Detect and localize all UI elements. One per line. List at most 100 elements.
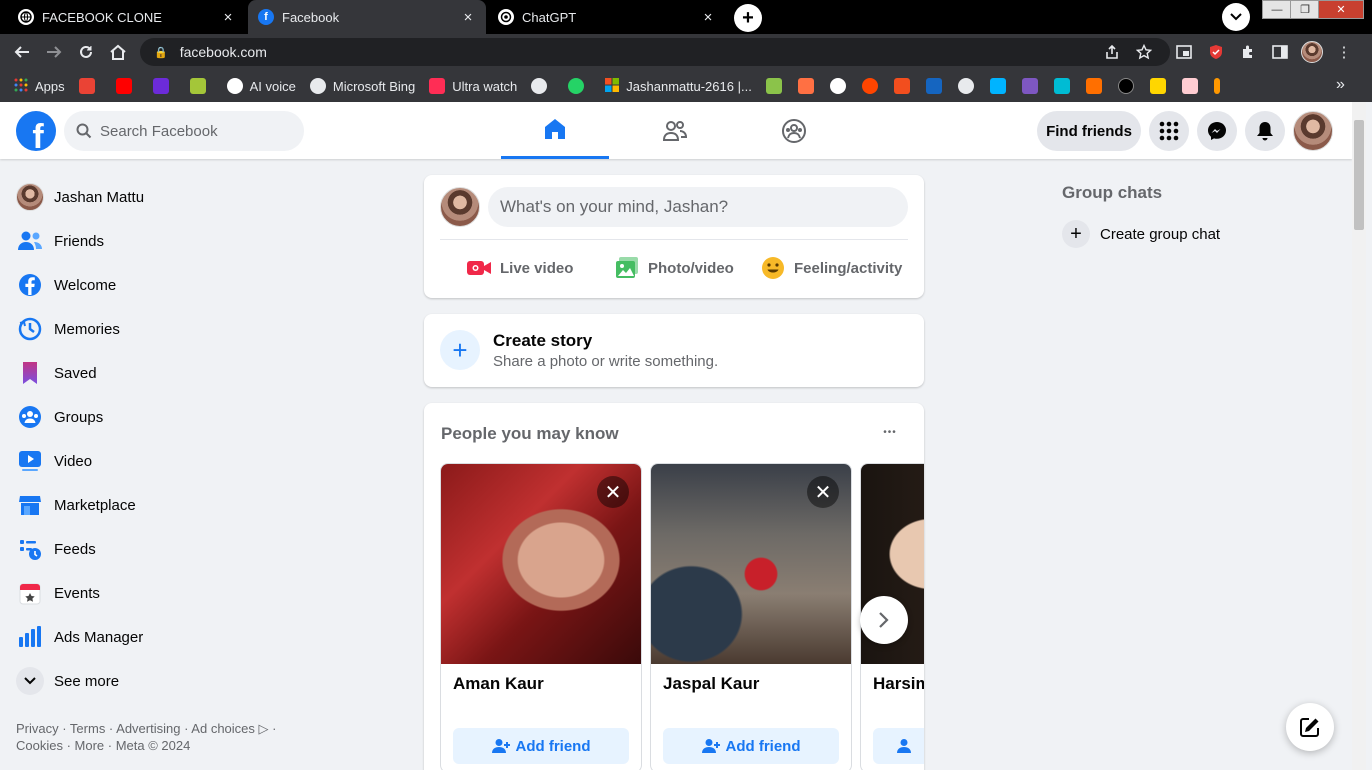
- more-options-icon[interactable]: •••: [876, 422, 904, 442]
- bookmark-globe[interactable]: [531, 78, 554, 94]
- menu-button[interactable]: [1149, 111, 1189, 151]
- tab-facebook-clone[interactable]: FACEBOOK CLONE ×: [8, 0, 246, 34]
- bookmark-hr-icon[interactable]: [925, 78, 942, 94]
- cast-icon[interactable]: [1172, 40, 1196, 64]
- bookmark-jashanmattu[interactable]: Jashanmattu-2616 |...: [605, 77, 752, 95]
- bookmark-whatsapp[interactable]: [568, 78, 591, 94]
- bookmark-purple-app[interactable]: [152, 78, 176, 94]
- bookmark-temple-icon[interactable]: [797, 78, 814, 94]
- new-message-button[interactable]: [1286, 703, 1334, 751]
- shield-extension-icon[interactable]: [1204, 40, 1228, 64]
- sidebar-item-memories[interactable]: Memories: [8, 307, 388, 351]
- omnibox[interactable]: 🔒 facebook.com: [140, 38, 1170, 66]
- carousel-next-button[interactable]: [860, 596, 908, 644]
- whats-on-your-mind-input[interactable]: What's on your mind, Jashan?: [488, 187, 908, 227]
- bookmark-star-icon[interactable]: [1132, 40, 1156, 64]
- facebook-logo[interactable]: f: [16, 111, 56, 151]
- tab-home[interactable]: [501, 102, 609, 159]
- bookmark-youtube[interactable]: [115, 78, 139, 94]
- add-friend-button[interactable]: Add friend: [453, 728, 629, 764]
- extensions-puzzle-icon[interactable]: [1236, 40, 1260, 64]
- person-card[interactable]: ✕ Jaspal Kaur Add friend: [650, 463, 852, 770]
- side-panel-icon[interactable]: [1268, 40, 1292, 64]
- profile-avatar[interactable]: [1301, 41, 1323, 63]
- bookmark-icon: [16, 359, 44, 387]
- bookmark-apps[interactable]: Apps: [14, 78, 65, 95]
- person-name[interactable]: Jaspal Kaur: [663, 674, 759, 694]
- forward-icon[interactable]: [42, 40, 66, 64]
- plus-icon[interactable]: +: [440, 330, 480, 370]
- close-tab-icon[interactable]: ×: [220, 9, 236, 26]
- search-bar[interactable]: Search Facebook: [64, 111, 304, 151]
- person-card[interactable]: ✕ Aman Kaur Add friend: [440, 463, 642, 770]
- menu-kebab-icon[interactable]: ⋮: [1332, 40, 1356, 64]
- find-friends-button[interactable]: Find friends: [1037, 111, 1141, 151]
- minimize-button[interactable]: —: [1262, 0, 1292, 19]
- sidebar-item-see-more[interactable]: See more: [8, 659, 388, 703]
- sidebar-item-ads-manager[interactable]: Ads Manager: [8, 615, 388, 659]
- messenger-button[interactable]: [1197, 111, 1237, 151]
- bookmark-bird-icon[interactable]: [989, 78, 1006, 94]
- scrollbar-thumb[interactable]: [1354, 120, 1364, 230]
- sidebar-item-marketplace[interactable]: Marketplace: [8, 483, 388, 527]
- live-video-button[interactable]: Live video: [466, 252, 573, 284]
- bookmark-globe-icon[interactable]: [957, 78, 974, 94]
- bookmark-c-icon[interactable]: [1053, 78, 1070, 94]
- sidebar-item-profile[interactable]: Jashan Mattu: [8, 175, 388, 219]
- person-name[interactable]: Aman Kaur: [453, 674, 544, 694]
- sidebar-item-events[interactable]: Events: [8, 571, 388, 615]
- composer-avatar[interactable]: [440, 187, 480, 227]
- maximize-button[interactable]: ❐: [1290, 0, 1320, 19]
- close-icon[interactable]: ✕: [597, 476, 629, 508]
- bookmark-figma-icon[interactable]: [893, 78, 910, 94]
- sidebar-item-groups[interactable]: Groups: [8, 395, 388, 439]
- tab-chatgpt[interactable]: ChatGPT ×: [488, 0, 726, 34]
- bookmark-bike-icon[interactable]: [1021, 78, 1038, 94]
- bookmark-link-icon[interactable]: [1085, 78, 1102, 94]
- account-avatar[interactable]: [1293, 111, 1333, 151]
- home-icon[interactable]: [106, 40, 130, 64]
- bookmark-bolt-icon[interactable]: [1149, 78, 1166, 94]
- bookmark-upwork-icon[interactable]: [1117, 78, 1134, 94]
- bookmark-reddit-icon[interactable]: [861, 78, 878, 94]
- sidebar-item-welcome[interactable]: Welcome: [8, 263, 388, 307]
- reload-icon[interactable]: [74, 40, 98, 64]
- bookmark-android[interactable]: [189, 78, 213, 94]
- add-person-icon: [897, 739, 911, 753]
- sidebar-item-video[interactable]: Video: [8, 439, 388, 483]
- share-icon[interactable]: [1100, 40, 1124, 64]
- photo-video-button[interactable]: Photo/video: [614, 252, 734, 284]
- bookmark-bars-icon[interactable]: [1213, 78, 1220, 94]
- footer-line[interactable]: Privacy · Terms · Advertising · Ad choic…: [16, 720, 316, 737]
- bookmark-music-icon[interactable]: [765, 78, 782, 94]
- back-icon[interactable]: [10, 40, 34, 64]
- notifications-button[interactable]: [1245, 111, 1285, 151]
- footer-links[interactable]: Privacy · Terms · Advertising · Ad choic…: [16, 720, 316, 754]
- tab-groups[interactable]: [740, 102, 848, 159]
- close-tab-icon[interactable]: ×: [700, 9, 716, 26]
- bookmark-microsoft-bing[interactable]: Microsoft Bing: [309, 78, 415, 94]
- tab-facebook[interactable]: f Facebook ×: [248, 0, 486, 34]
- add-friend-button[interactable]: Add friend: [663, 728, 839, 764]
- tab-friends[interactable]: [621, 102, 729, 159]
- add-friend-button[interactable]: [873, 728, 924, 764]
- close-tab-icon[interactable]: ×: [460, 9, 476, 26]
- sidebar-item-friends[interactable]: Friends: [8, 219, 388, 263]
- person-name[interactable]: Harsim: [873, 674, 924, 694]
- bookmark-chatgpt-icon[interactable]: [829, 78, 846, 94]
- sidebar-item-feeds[interactable]: Feeds: [8, 527, 388, 571]
- window-close-button[interactable]: ✕: [1318, 0, 1364, 19]
- feeling-activity-button[interactable]: Feeling/activity: [760, 252, 902, 284]
- bookmark-gmail[interactable]: [78, 78, 102, 94]
- bookmarks-overflow-icon[interactable]: »: [1336, 76, 1345, 94]
- new-tab-button[interactable]: +: [734, 4, 762, 32]
- search-input[interactable]: Search Facebook: [100, 123, 218, 140]
- create-group-chat-button[interactable]: + Create group chat: [1062, 218, 1220, 250]
- bookmark-ultra-watch[interactable]: Ultra watch: [429, 78, 517, 94]
- tab-search-chevron-icon[interactable]: [1222, 3, 1250, 31]
- footer-line[interactable]: Cookies · More · Meta © 2024: [16, 737, 316, 754]
- sidebar-item-saved[interactable]: Saved: [8, 351, 388, 395]
- bookmark-picture-icon[interactable]: [1181, 78, 1198, 94]
- bookmark-ai-voice[interactable]: AI voice: [226, 78, 296, 94]
- close-icon[interactable]: ✕: [807, 476, 839, 508]
